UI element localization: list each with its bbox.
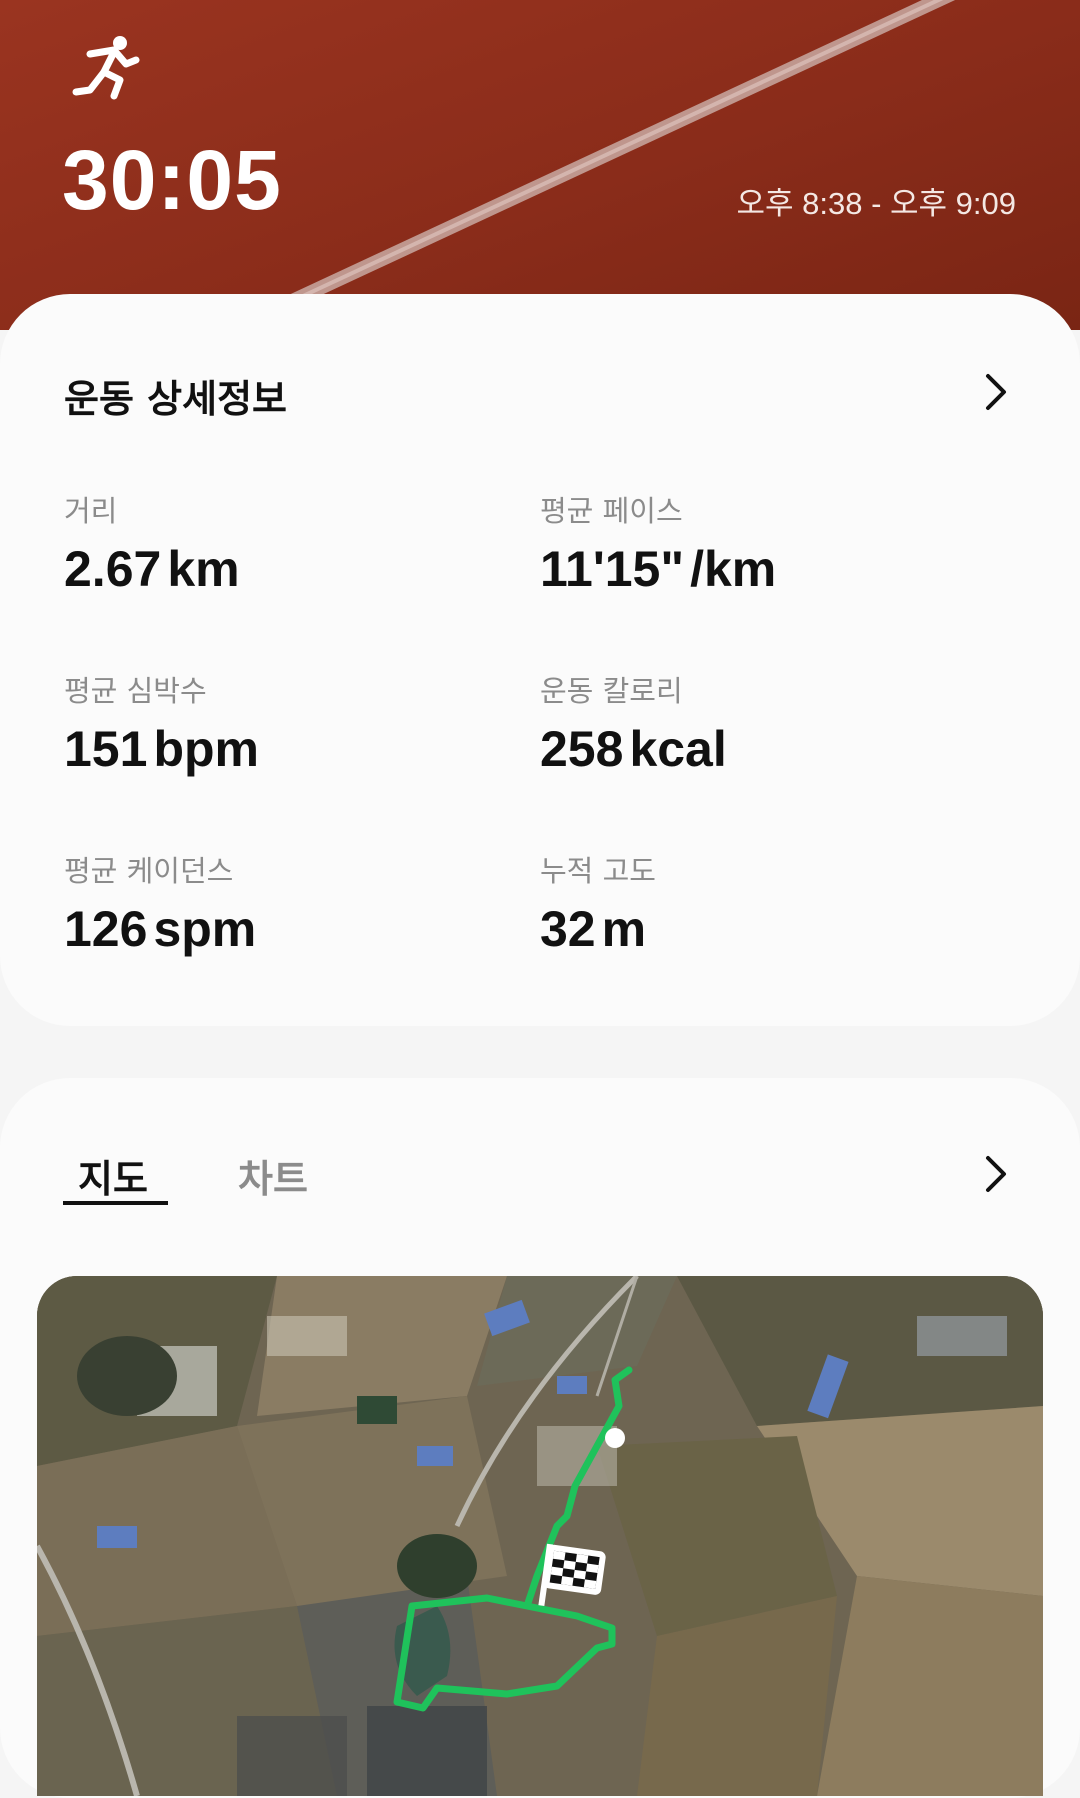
stat-label: 평균 케이던스 bbox=[64, 854, 234, 888]
stat-elevation-gain: 누적 고도 32 m bbox=[540, 848, 656, 958]
route-map[interactable] bbox=[37, 1276, 1043, 1796]
tab-map[interactable]: 지도 bbox=[78, 1148, 148, 1203]
stat-avg-pace: 평균 페이스 11'15"/km bbox=[540, 488, 776, 598]
stat-value: 151 bpm bbox=[64, 721, 259, 777]
tab-active-indicator bbox=[63, 1201, 168, 1205]
stat-label: 운동 칼로리 bbox=[540, 674, 683, 708]
satellite-map-image bbox=[37, 1276, 1043, 1796]
workout-duration: 30:05 bbox=[62, 133, 282, 227]
stat-distance: 거리 2.67 km bbox=[64, 488, 240, 598]
stat-value: 32 m bbox=[540, 901, 647, 957]
stat-label: 누적 고도 bbox=[540, 854, 656, 888]
stat-label: 평균 페이스 bbox=[540, 494, 683, 528]
workout-time-range: 오후 8:38 - 오후 9:09 bbox=[736, 186, 1016, 221]
running-person-icon bbox=[72, 36, 140, 100]
workout-header: 30:05 오후 8:38 - 오후 9:09 bbox=[0, 0, 1080, 330]
stat-value: 258 kcal bbox=[540, 721, 727, 777]
route-point-marker bbox=[605, 1428, 625, 1448]
stat-value: 2.67 km bbox=[64, 541, 240, 597]
stat-calories: 운동 칼로리 258 kcal bbox=[540, 668, 727, 778]
stat-avg-cadence: 평균 케이던스 126 spm bbox=[64, 848, 256, 958]
tab-chart[interactable]: 차트 bbox=[238, 1148, 308, 1203]
stat-label: 평균 심박수 bbox=[64, 674, 207, 708]
details-title: 운동 상세정보 bbox=[64, 377, 287, 421]
stat-value: 11'15"/km bbox=[540, 541, 777, 597]
stat-label: 거리 bbox=[64, 494, 118, 528]
map-chevron-right-icon[interactable] bbox=[976, 1154, 1016, 1194]
stat-avg-heart-rate: 평균 심박수 151 bpm bbox=[64, 668, 259, 778]
stat-value: 126 spm bbox=[64, 901, 257, 957]
details-chevron-right-icon[interactable] bbox=[976, 372, 1016, 412]
